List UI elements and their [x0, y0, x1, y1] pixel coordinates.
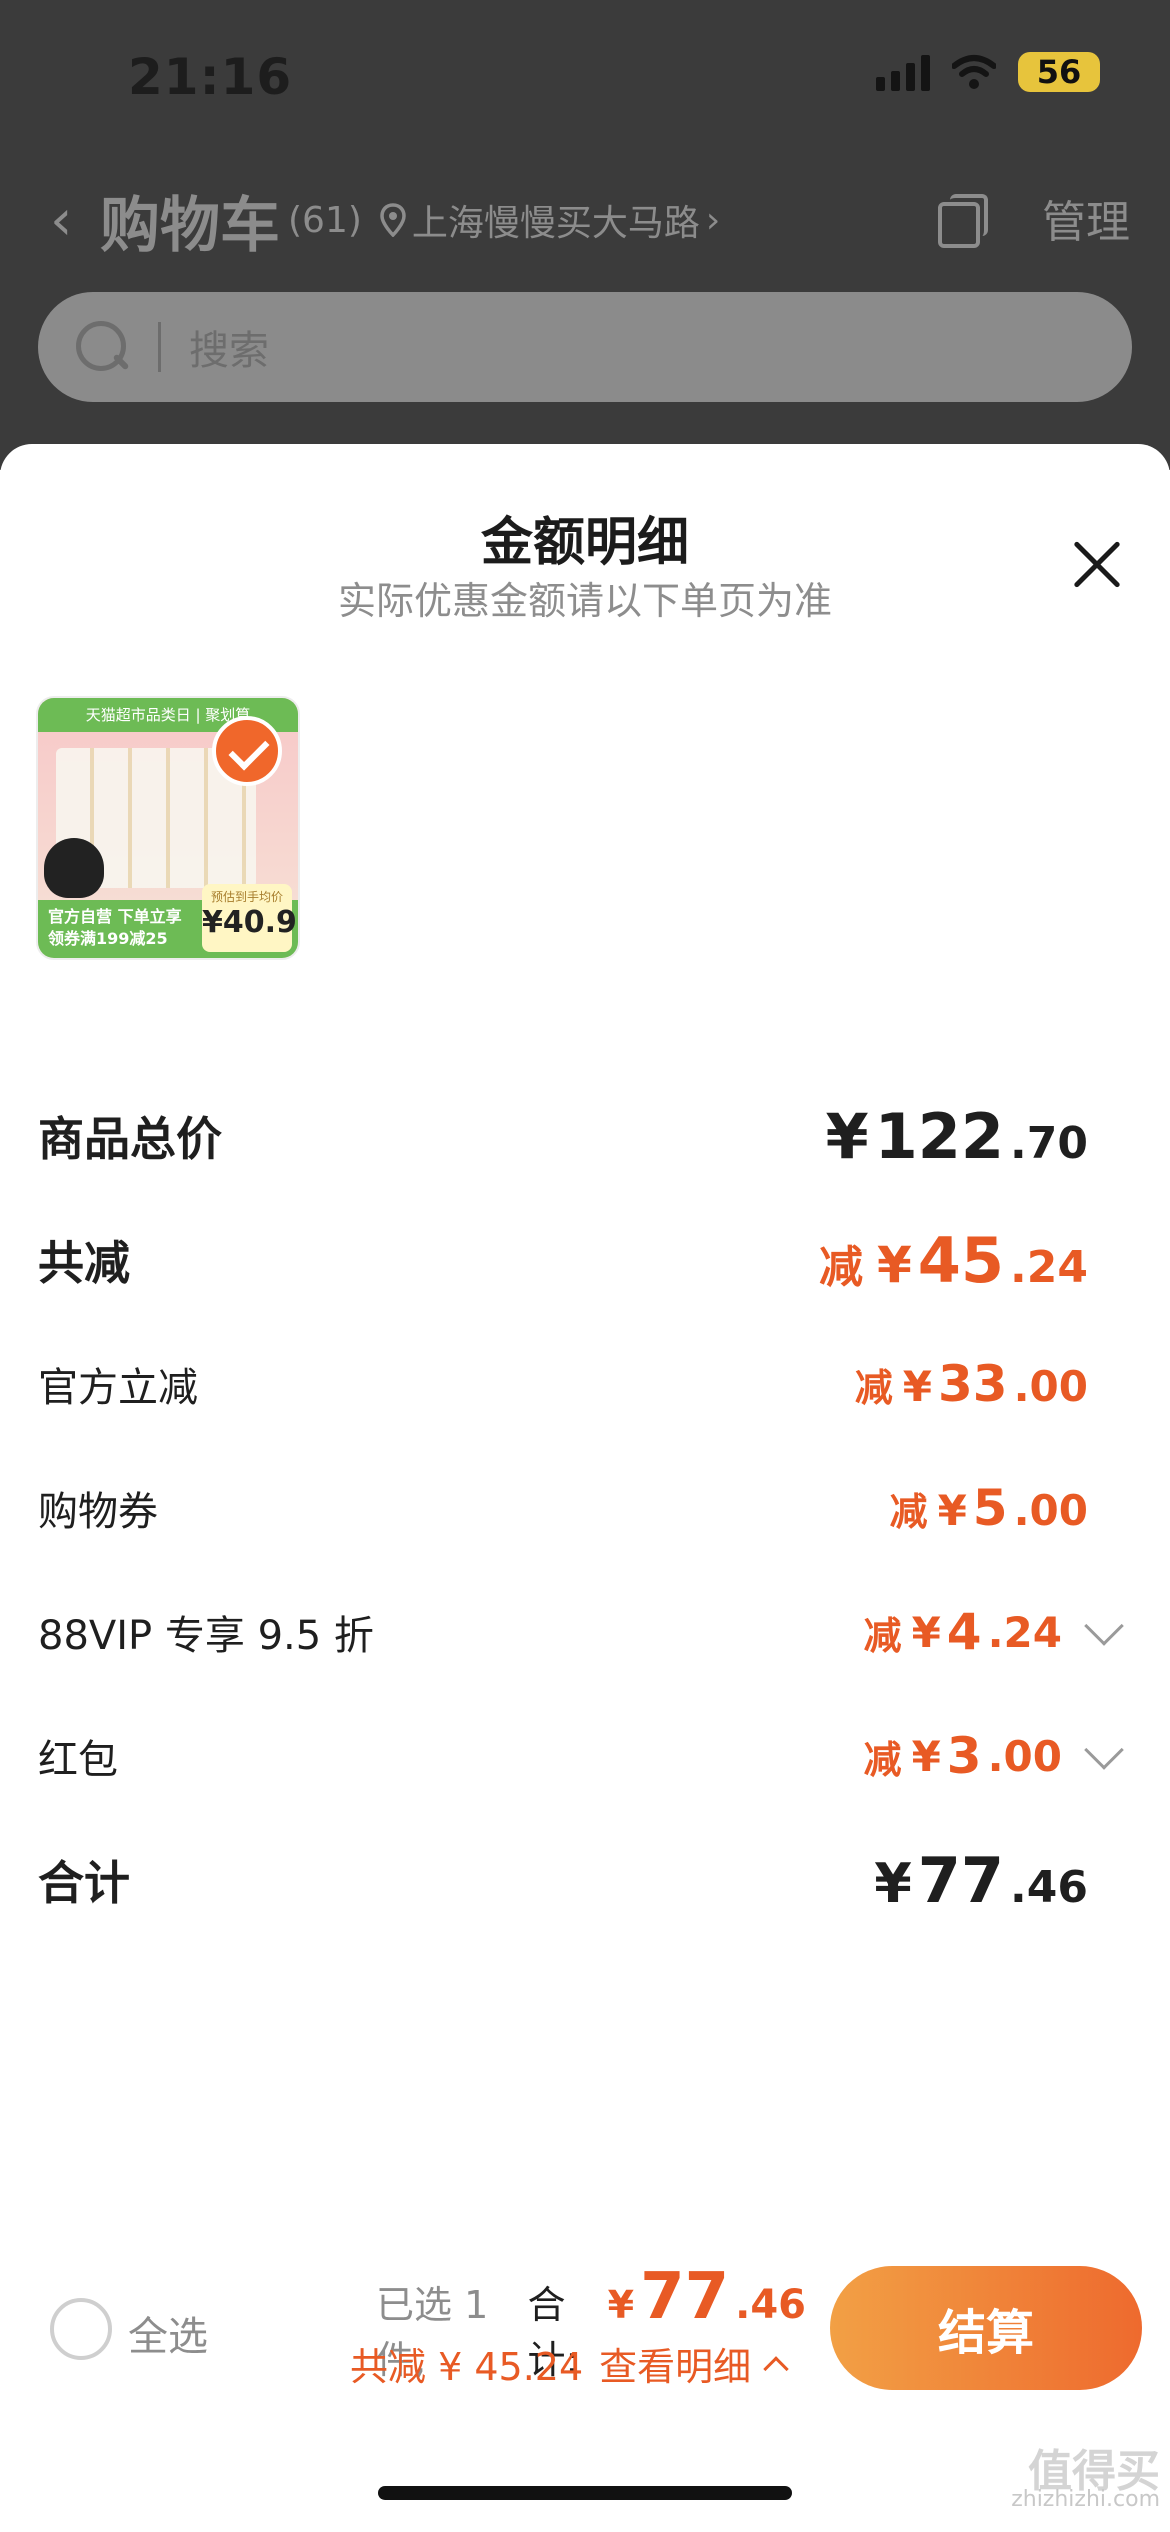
amount-detail-sheet: 金额明细 实际优惠金额请以下单页为准 天猫超市品类日 | 聚划算 官方自营 下单…	[0, 444, 1170, 2532]
search-placeholder: 搜索	[189, 328, 269, 374]
total-dec: .46	[735, 2282, 806, 2328]
expand-chevron-icon[interactable]	[1084, 1606, 1124, 1646]
expand-chevron-icon[interactable]	[1084, 1730, 1124, 1770]
amount-int: 122	[874, 1099, 1005, 1173]
discount-summary[interactable]: 共减 ¥ 45.24 查看明细	[350, 2336, 789, 2391]
status-time: 21:16	[128, 48, 293, 106]
amount-dec: .00	[1013, 1486, 1088, 1535]
back-chevron-icon[interactable]: ‹	[50, 188, 94, 253]
checkout-button[interactable]: 结算	[830, 2266, 1142, 2390]
select-all-label[interactable]: 全选	[128, 2304, 208, 2362]
row-amount: 减 ¥5.00	[890, 1479, 1088, 1537]
row-label: 官方立减	[38, 1365, 198, 1411]
promo-price-tag: 预估到手均价 ¥40.9	[202, 884, 297, 952]
amount-int: 3	[946, 1727, 982, 1785]
row-amount: ¥77.46	[874, 1844, 1088, 1917]
row-label: 合计	[38, 1856, 130, 1910]
row-amount: 减 ¥4.24	[864, 1603, 1138, 1661]
yen-sign: ¥	[825, 1099, 869, 1173]
discount-prefix: 减	[818, 1241, 863, 1293]
row-amount: ¥122.70	[825, 1100, 1088, 1173]
page-title: 购物车	[100, 190, 280, 261]
amount-dec: .00	[987, 1731, 1062, 1781]
amount-dec: .00	[1013, 1362, 1088, 1411]
row-amount: 减 ¥3.00	[864, 1727, 1138, 1785]
discount-prefix: 减	[863, 1613, 902, 1658]
discount-prefix: 减	[854, 1366, 893, 1410]
saved-amount: 共减 ¥ 45.24	[350, 2345, 584, 2389]
yen-sign: ¥	[911, 1607, 941, 1657]
row-amount: 减 ¥33.00	[855, 1355, 1088, 1413]
amount-int: 5	[972, 1479, 1008, 1537]
row-red-packet[interactable]: 红包 减 ¥3.00	[38, 1716, 1138, 1796]
location-selector[interactable]: 上海慢慢买大马路 ›	[380, 194, 720, 246]
promo-price: ¥40.9	[202, 905, 297, 940]
wifi-icon	[952, 55, 996, 89]
product-thumbnail[interactable]: 天猫超市品类日 | 聚划算 官方自营 下单立享 领券满199减25 预估到手均价…	[36, 696, 300, 960]
amount-dec: .70	[1010, 1117, 1088, 1169]
sheet-subtitle: 实际优惠金额请以下单页为准	[337, 579, 832, 623]
share-copy-icon[interactable]	[938, 194, 988, 248]
row-subtotal: 商品总价 ¥122.70	[38, 1096, 1088, 1176]
row-total: 合计 ¥77.46	[38, 1840, 1088, 1920]
selected-check-icon[interactable]	[212, 716, 282, 786]
manage-button[interactable]: 管理	[1042, 186, 1130, 250]
search-icon	[72, 317, 132, 377]
select-all-radio[interactable]	[50, 2298, 112, 2360]
row-label: 商品总价	[38, 1112, 222, 1166]
chevron-up-icon	[763, 2355, 789, 2382]
nav-actions: 管理	[938, 186, 1130, 250]
amount-dec: .24	[987, 1607, 1062, 1657]
view-detail-link[interactable]: 查看明细	[599, 2336, 751, 2391]
yen-sign: ¥	[876, 1235, 912, 1294]
row-label: 红包	[38, 1737, 118, 1783]
total-int: 77	[640, 2260, 730, 2334]
home-indicator	[378, 2486, 792, 2500]
row-88vip-discount[interactable]: 88VIP 专享 9.5 折 减 ¥4.24	[38, 1592, 1138, 1672]
discount-prefix: 减	[863, 1737, 902, 1782]
watermark-site: zhizhizhi.com	[1011, 2487, 1160, 2512]
yen-sign: ¥	[874, 1851, 912, 1915]
row-label: 购物券	[38, 1489, 158, 1535]
amount-int: 45	[917, 1223, 1005, 1297]
amount-int: 4	[946, 1603, 982, 1661]
status-icons: 56	[876, 52, 1100, 92]
signal-icon	[876, 53, 930, 91]
yen-sign: ¥	[911, 1731, 941, 1781]
tmall-cat-logo	[44, 838, 104, 898]
location-chevron-icon: ›	[705, 199, 721, 241]
cart-count: (61)	[288, 199, 362, 241]
search-bar[interactable]: 搜索	[38, 292, 1132, 402]
close-icon[interactable]	[1070, 538, 1124, 592]
yen-sign: ¥	[902, 1362, 932, 1411]
row-official-discount: 官方立减 减 ¥33.00	[38, 1344, 1088, 1424]
battery-icon: 56	[1018, 52, 1100, 92]
row-shopping-voucher: 购物券 减 ¥5.00	[38, 1468, 1088, 1548]
sheet-title: 金额明细	[480, 513, 689, 573]
row-total-discount: 共减 减 ¥45.24	[38, 1220, 1088, 1300]
total-yen: ¥	[607, 2283, 635, 2327]
watermark: 值得买 zhizhizhi.com	[1011, 2446, 1160, 2514]
row-label: 共减	[38, 1236, 130, 1290]
amount-int: 77	[917, 1843, 1005, 1917]
search-divider	[158, 322, 161, 372]
row-label: 88VIP 专享 9.5 折	[38, 1613, 374, 1659]
yen-sign: ¥	[937, 1486, 967, 1535]
promo-label: 预估到手均价	[210, 890, 283, 904]
discount-prefix: 减	[889, 1490, 928, 1534]
row-amount: 减 ¥45.24	[819, 1224, 1088, 1297]
amount-dec: .46	[1010, 1861, 1088, 1913]
amount-dec: .24	[1010, 1241, 1088, 1293]
location-pin-icon	[380, 203, 406, 237]
background-page: 21:16 56 ‹ 购物车 (61) 上海慢慢买大马路 › 管理 搜索	[0, 0, 1170, 470]
watermark-logo: 值得买	[1028, 2446, 1160, 2497]
nav-bar: ‹ 购物车 (61) 上海慢慢买大马路 › 管理	[50, 180, 1130, 261]
amount-int: 33	[938, 1355, 1008, 1413]
location-text: 上海慢慢买大马路	[411, 203, 700, 244]
